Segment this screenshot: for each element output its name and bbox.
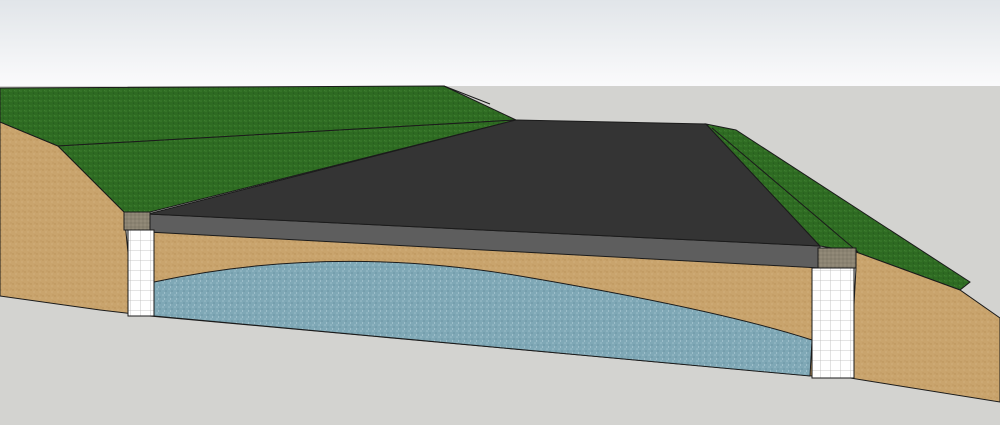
right-gabion-cap	[817, 247, 857, 269]
sky-background	[0, 0, 1000, 88]
left-gabion-wall	[127, 229, 155, 317]
left-gabion-cap	[123, 211, 151, 231]
road-cross-section-scene	[0, 0, 1000, 425]
right-gabion-wall	[811, 267, 855, 379]
